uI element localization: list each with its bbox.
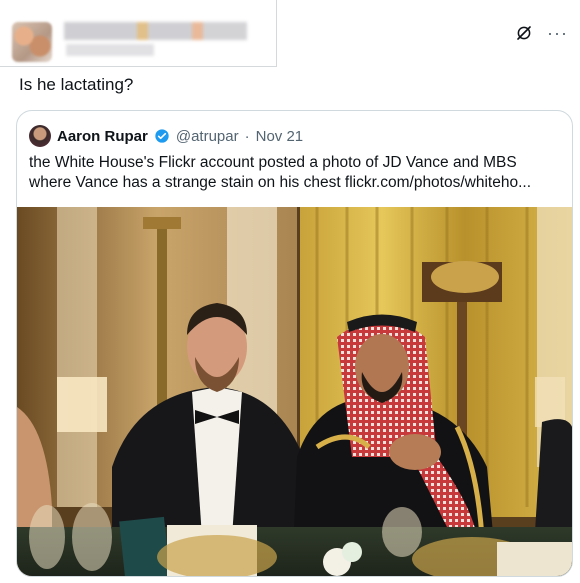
quoted-tweet-card[interactable]: Aaron Rupar @atrupar · Nov 21 the White … xyxy=(16,110,573,577)
blurred-handle[interactable] xyxy=(66,44,154,56)
tweet-date[interactable]: Nov 21 xyxy=(256,128,304,145)
tweet-text: Is he lactating? xyxy=(19,75,134,94)
photo-illustration xyxy=(17,207,572,576)
more-options-icon[interactable]: ··· xyxy=(547,24,568,42)
quoted-tweet-text: the White House's Flickr account posted … xyxy=(29,154,532,191)
author-avatar[interactable] xyxy=(29,125,51,147)
meta-separator: · xyxy=(244,127,250,145)
blurred-display-name[interactable] xyxy=(64,22,247,40)
attached-photo[interactable] xyxy=(17,207,572,576)
grok-icon[interactable] xyxy=(515,24,533,42)
author-handle[interactable]: @atrupar xyxy=(176,128,239,145)
author-name[interactable]: Aaron Rupar xyxy=(57,128,148,145)
blurred-account-header xyxy=(0,0,277,67)
tweet-actions: ··· xyxy=(515,24,568,42)
blurred-avatar[interactable] xyxy=(12,22,52,62)
quoted-tweet-header: Aaron Rupar @atrupar · Nov 21 xyxy=(29,125,303,147)
verified-badge-icon xyxy=(155,129,169,143)
